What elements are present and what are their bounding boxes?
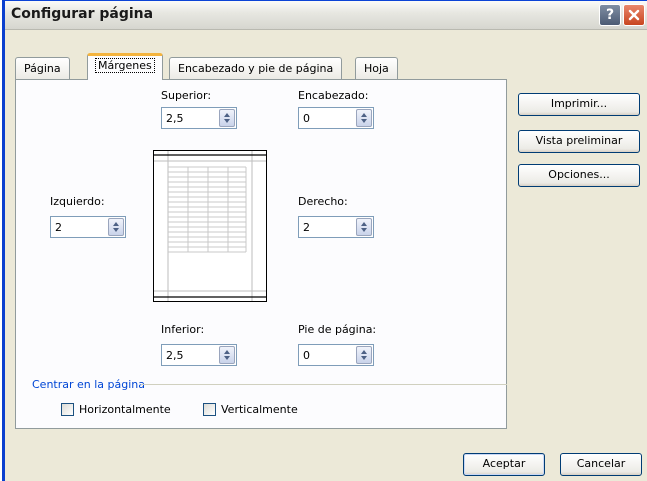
- spin-arrows-icon: [113, 222, 119, 232]
- pie-value[interactable]: 0: [303, 349, 310, 362]
- ok-button[interactable]: Aceptar: [463, 453, 545, 476]
- superior-value[interactable]: 2,5: [166, 112, 184, 125]
- pie-spin-button[interactable]: [356, 346, 372, 364]
- horizontal-label[interactable]: Horizontalmente: [79, 403, 171, 416]
- tab-pagina[interactable]: Página: [15, 57, 70, 79]
- tab-hoja[interactable]: Hoja: [355, 57, 398, 79]
- print-button[interactable]: Imprimir...: [518, 93, 640, 116]
- tab-label: Márgenes: [95, 58, 155, 73]
- spin-arrows-icon: [361, 113, 367, 123]
- superior-spin-button[interactable]: [219, 109, 235, 127]
- pie-label: Pie de página:: [298, 323, 377, 336]
- tab-label: Hoja: [364, 62, 389, 75]
- options-button[interactable]: Opciones...: [518, 164, 640, 187]
- close-icon: [628, 9, 640, 21]
- izquierdo-spinner[interactable]: 2: [50, 216, 126, 238]
- encabezado-label: Encabezado:: [298, 89, 369, 102]
- margins-panel: Superior: 2,5 Encabezado: 0 Izquierdo: 2…: [15, 79, 507, 429]
- superior-label: Superior:: [161, 89, 212, 102]
- help-icon: ?: [605, 7, 615, 23]
- derecho-value[interactable]: 2: [303, 221, 310, 234]
- help-button[interactable]: ?: [599, 4, 621, 26]
- derecho-label: Derecho:: [298, 195, 348, 208]
- tab-label: Encabezado y pie de página: [178, 62, 334, 75]
- inferior-label: Inferior:: [161, 323, 205, 336]
- inferior-spinner[interactable]: 2,5: [161, 344, 237, 366]
- derecho-spin-button[interactable]: [356, 218, 372, 236]
- inferior-spin-button[interactable]: [219, 346, 235, 364]
- inferior-value[interactable]: 2,5: [166, 349, 184, 362]
- page-preview: [153, 150, 267, 302]
- spin-arrows-icon: [224, 113, 230, 123]
- title-bar[interactable]: Configurar página ?: [5, 1, 647, 30]
- encabezado-spin-button[interactable]: [356, 109, 372, 127]
- encabezado-spinner[interactable]: 0: [298, 107, 374, 129]
- derecho-spinner[interactable]: 2: [298, 216, 374, 238]
- page-preview-graphic: [154, 151, 266, 301]
- close-button[interactable]: [623, 4, 645, 26]
- tab-margenes[interactable]: Márgenes: [87, 53, 163, 80]
- dialog-title: Configurar página: [11, 6, 154, 22]
- tab-encabezado-pie[interactable]: Encabezado y pie de página: [169, 57, 343, 79]
- pie-spinner[interactable]: 0: [298, 344, 374, 366]
- section-divider: [141, 384, 507, 385]
- cancel-button[interactable]: Cancelar: [560, 453, 642, 476]
- superior-spinner[interactable]: 2,5: [161, 107, 237, 129]
- izquierdo-spin-button[interactable]: [108, 218, 124, 236]
- izquierdo-label: Izquierdo:: [50, 195, 105, 208]
- center-section-title: Centrar en la página: [32, 378, 146, 391]
- page-setup-dialog: Configurar página ? Página Márgenes Enca…: [2, 0, 647, 481]
- vertical-checkbox[interactable]: [203, 403, 216, 416]
- vertical-label[interactable]: Verticalmente: [221, 403, 298, 416]
- spin-arrows-icon: [361, 222, 367, 232]
- encabezado-value[interactable]: 0: [303, 112, 310, 125]
- tab-label: Página: [24, 62, 61, 75]
- spin-arrows-icon: [361, 350, 367, 360]
- preview-button[interactable]: Vista preliminar: [518, 130, 640, 153]
- spin-arrows-icon: [224, 350, 230, 360]
- izquierdo-value[interactable]: 2: [55, 221, 62, 234]
- horizontal-checkbox[interactable]: [61, 403, 74, 416]
